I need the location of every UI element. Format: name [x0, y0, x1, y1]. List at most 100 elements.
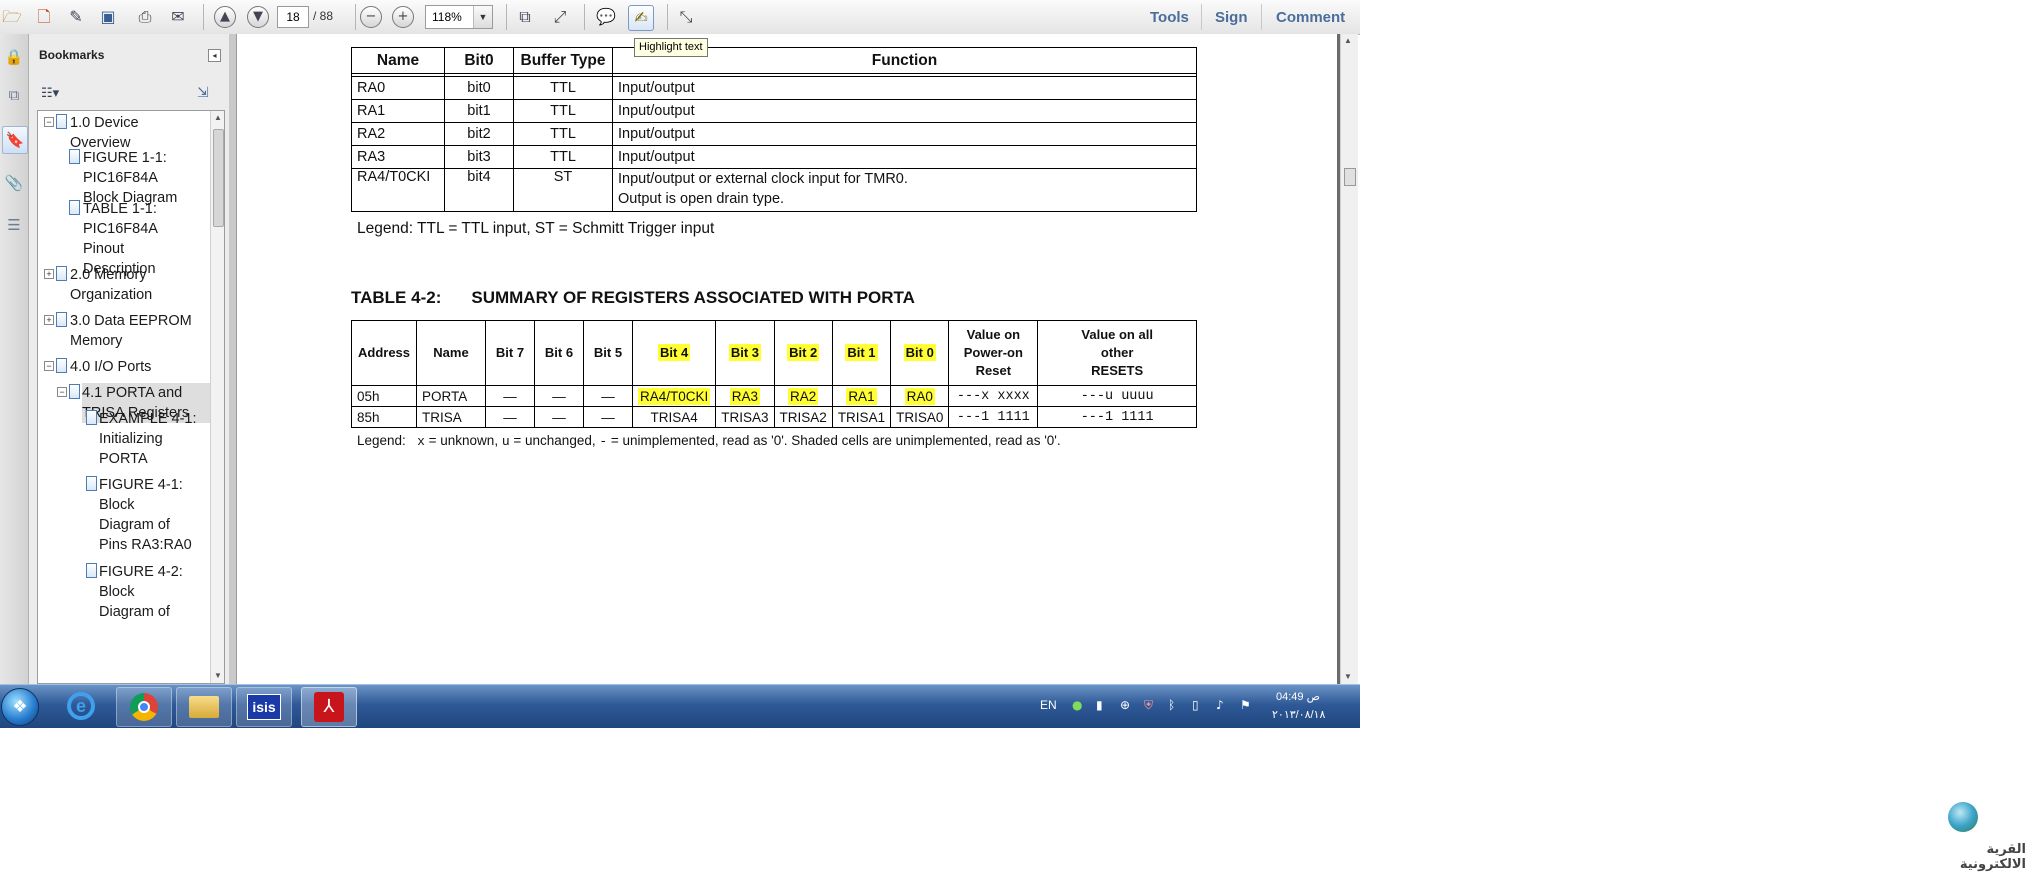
adobe-reader-app-button[interactable]: ⅄: [301, 687, 357, 727]
info-icon[interactable]: ●: [1072, 698, 1082, 712]
bookmark-item[interactable]: FIGURE 4-1: Block Diagram of Pins RA3:RA…: [99, 475, 192, 555]
sticky-note-icon[interactable]: 💬: [594, 5, 618, 29]
fit-width-icon[interactable]: ⤢: [548, 5, 572, 29]
edit-icon[interactable]: ✎: [64, 5, 88, 29]
expand-bookmark-icon[interactable]: ⇲: [197, 85, 209, 101]
options-menu-icon[interactable]: ☷▾: [41, 86, 59, 101]
scrollbar-thumb[interactable]: [1344, 168, 1356, 186]
expand-toggle-icon[interactable]: +: [44, 315, 54, 325]
table-cell: RA4/T0CKI: [351, 168, 445, 212]
bookmark-item-icon: [86, 410, 97, 425]
signal-icon[interactable]: ▮: [1096, 698, 1103, 712]
email-icon[interactable]: ✉: [166, 5, 190, 29]
zoom-select[interactable]: 118% ▼: [425, 5, 493, 29]
start-orb-icon[interactable]: ❖: [1, 688, 39, 726]
main-toolbar: 🗁 🗋 ✎ ▣ ⎙ ✉ ▲ ▼ 18 / 88 − + 118% ▼ ⧉ ⤢ 💬…: [0, 0, 1360, 35]
language-indicator[interactable]: EN: [1040, 698, 1057, 712]
table-cell: bit1: [444, 99, 514, 123]
document-scrollbar[interactable]: ▲ ▼: [1340, 34, 1358, 684]
table-cell: TTL: [513, 76, 613, 100]
page-number-input[interactable]: 18: [277, 6, 309, 28]
bookmark-icon[interactable]: 🔖: [2, 126, 28, 154]
bookmark-item[interactable]: 4.0 I/O Ports: [70, 357, 151, 377]
attachments-icon[interactable]: 📎: [2, 170, 26, 196]
table2-legend: Legend: x = unknown, u = unchanged, - = …: [357, 433, 1061, 449]
bookmark-item[interactable]: 1.0 Device Overview: [70, 113, 139, 153]
table-cell: 85h: [351, 406, 417, 428]
table-header-cell: Buffer Type: [513, 47, 613, 74]
table-header-cell: Address: [351, 320, 417, 386]
table-cell: TRISA0: [890, 406, 950, 428]
tools-pane-button[interactable]: Tools: [1150, 9, 1189, 26]
clock-time[interactable]: 04:49 ص: [1276, 690, 1320, 703]
bluetooth-icon[interactable]: ᛒ: [1168, 698, 1175, 712]
isis-icon: isis: [247, 694, 281, 720]
bookmark-item[interactable]: EXAMPLE 4-1: Initializing PORTA: [99, 409, 197, 469]
layers-icon[interactable]: ☰: [2, 212, 26, 238]
collapse-toggle-icon[interactable]: −: [57, 387, 67, 397]
watermark-text: القرية الالكترونية: [1959, 842, 2026, 872]
power-icon[interactable]: ▯: [1192, 698, 1199, 712]
create-pdf-icon[interactable]: 🗋: [32, 5, 56, 29]
chevron-down-icon[interactable]: ▼: [473, 6, 492, 28]
open-folder-icon[interactable]: 🗁: [0, 5, 24, 29]
scroll-down-icon[interactable]: ▼: [1341, 670, 1355, 684]
zoom-in-icon[interactable]: +: [392, 6, 414, 28]
print-icon[interactable]: ⎙: [133, 5, 157, 29]
collapse-toggle-icon[interactable]: −: [44, 361, 54, 371]
security-icon[interactable]: ⛨: [1144, 698, 1153, 713]
highlight-text-icon[interactable]: ✍: [628, 5, 654, 31]
zoom-out-icon[interactable]: −: [360, 6, 382, 28]
pane-splitter[interactable]: [229, 34, 237, 684]
flag-icon[interactable]: ⚑: [1240, 698, 1251, 712]
bookmark-item[interactable]: FIGURE 4-2: Block Diagram of: [99, 562, 183, 622]
full-screen-icon[interactable]: ⤡: [674, 5, 698, 29]
bookmark-item[interactable]: 3.0 Data EEPROM Memory: [70, 311, 192, 351]
next-page-icon[interactable]: ▼: [247, 6, 269, 28]
table-cell: 05h: [351, 385, 417, 407]
table-cell: bit2: [444, 122, 514, 146]
scrollbar-thumb[interactable]: [213, 129, 224, 227]
port-a-functions-table: Name Bit0 Buffer Type Function RA0 bit0 …: [351, 47, 1197, 212]
navigation-pane-strip: 🔒 ⧉ 🔖 📎 ☰: [0, 34, 29, 684]
volume-icon[interactable]: ♪: [1216, 698, 1224, 712]
network-icon[interactable]: ⊕: [1120, 698, 1130, 712]
table-cell: RA0: [351, 76, 445, 100]
table1-legend: Legend: TTL = TTL input, ST = Schmitt Tr…: [357, 220, 715, 237]
expand-toggle-icon[interactable]: +: [44, 269, 54, 279]
collapse-toggle-icon[interactable]: −: [44, 117, 54, 127]
table-header-cell: Name: [351, 47, 445, 74]
page-thumbnails-icon[interactable]: ⧉: [2, 82, 26, 108]
table-header-cell: Value on Power-on Reset: [948, 320, 1039, 386]
internet-explorer-icon[interactable]: e: [58, 687, 104, 725]
table-row: 85h TRISA — — — TRISA4 TRISA3 TRISA2 TRI…: [351, 406, 1197, 428]
table-cell: Input/output: [612, 99, 1197, 123]
table-cell: ---x xxxx: [948, 385, 1039, 407]
lock-icon[interactable]: 🔒: [2, 44, 26, 70]
table-cell: ---1 1111: [948, 406, 1039, 428]
bookmarks-title: Bookmarks: [39, 48, 105, 62]
comment-pane-button[interactable]: Comment: [1276, 9, 1345, 26]
isis-app-button[interactable]: isis: [236, 687, 292, 727]
save-icon[interactable]: ▣: [96, 5, 120, 29]
bookmark-item[interactable]: 2.0 Memory Organization: [70, 265, 152, 305]
highlighted-text: Bit 2: [787, 344, 820, 361]
file-explorer-icon[interactable]: [176, 687, 232, 727]
toolbar-separator: [584, 4, 585, 30]
zoom-value: 118%: [432, 10, 462, 24]
adobe-reader-icon: ⅄: [314, 692, 344, 722]
clock-date[interactable]: ٢٠١٣/٠٨/١٨: [1272, 708, 1325, 721]
table-cell: —: [534, 406, 584, 428]
prev-page-icon[interactable]: ▲: [214, 6, 236, 28]
table-cell: bit4: [444, 168, 514, 212]
scroll-down-icon[interactable]: ▼: [211, 669, 224, 683]
scroll-up-icon[interactable]: ▲: [1341, 34, 1355, 48]
table-header-cell: Bit 3: [715, 320, 775, 386]
chrome-icon[interactable]: [116, 687, 172, 727]
scroll-up-icon[interactable]: ▲: [211, 111, 224, 125]
bookmarks-scrollbar[interactable]: ▲ ▼: [210, 111, 224, 683]
collapse-panel-icon[interactable]: ◂: [208, 49, 221, 62]
bookmark-item-icon: [69, 200, 80, 215]
sign-pane-button[interactable]: Sign: [1215, 9, 1248, 26]
fit-page-icon[interactable]: ⧉: [513, 5, 537, 29]
